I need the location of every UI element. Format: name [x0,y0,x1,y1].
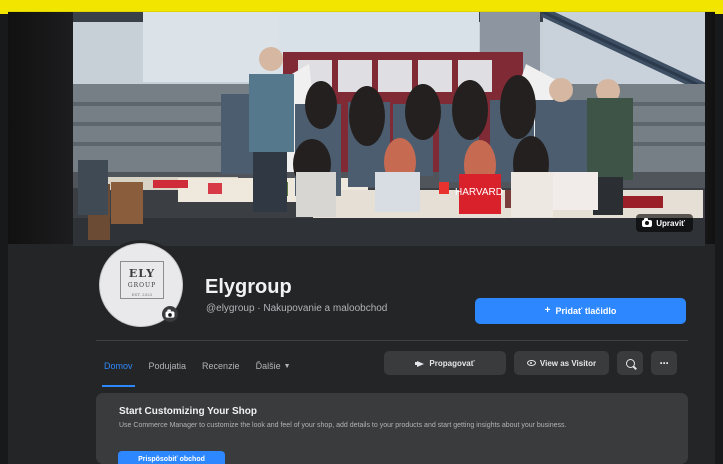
tab-reviews[interactable]: Recenzie [194,352,248,380]
more-icon: ··· [659,356,670,370]
cover-photo[interactable]: HARVARD Upraviť [73,12,705,246]
brand-logo: ELY GROUP EST. 2023 [120,261,164,299]
camera-icon [165,309,175,318]
profile-camera-button[interactable] [162,306,178,322]
page-handle-category: @elygroup · Nakupovanie a maloobchod [206,303,388,314]
profile-picture[interactable]: ELY GROUP EST. 2023 [96,240,186,330]
tab-events-label: Podujatia [148,361,187,371]
tab-home-label: Domov [104,361,133,371]
chevron-down-icon: ▼ [283,362,291,370]
search-button[interactable] [617,351,643,375]
promote-button[interactable]: Propagovať [384,351,506,375]
plus-icon: + [544,305,551,316]
customize-shop-label: Prispôsobiť obchod [138,456,205,463]
search-icon [625,358,635,368]
eye-icon [526,360,536,366]
promote-label: Propagovať [429,358,475,368]
megaphone-icon [415,360,425,367]
shop-card-description: Use Commerce Manager to customize the lo… [119,422,567,429]
logo-line-2: GROUP [127,282,157,289]
page-toolbar: Propagovať View as Visitor ··· [384,351,677,375]
add-button[interactable]: + Pridať tlačidlo [475,298,686,324]
tab-more-label: Ďalšie [255,361,281,371]
cover-group-photo: HARVARD [73,12,705,246]
tab-reviews-label: Recenzie [202,361,240,371]
view-as-visitor-button[interactable]: View as Visitor [514,351,609,375]
logo-line-3: EST. 2023 [131,292,153,297]
edit-cover-button[interactable]: Upraviť [636,214,693,232]
visitor-label: View as Visitor [539,358,597,368]
shop-customization-card: Start Customizing Your Shop Use Commerce… [96,393,688,464]
facebook-page-header: HARVARD Upraviť ELY GROUP EST. 2023 Elyg… [8,12,715,464]
tab-events[interactable]: Podujatia [141,352,195,380]
shop-card-title: Start Customizing Your Shop [119,406,257,417]
tab-more[interactable]: Ďalšie ▼ [248,352,299,380]
page-title: Elygroup [205,276,292,298]
svg-text:HARVARD: HARVARD [455,187,503,198]
logo-line-1: ELY [128,267,156,280]
camera-icon [642,217,653,227]
page-tabs: Domov Podujatia Recenzie Ďalšie ▼ [96,352,299,387]
tab-home[interactable]: Domov [96,352,141,387]
edit-cover-label: Upraviť [656,218,685,228]
header-divider [96,340,688,341]
add-button-label: Pridať tlačidlo [555,306,617,316]
cover-left-shadow [8,12,74,244]
customize-shop-button[interactable]: Prispôsobiť obchod [118,451,225,464]
more-options-button[interactable]: ··· [651,351,677,375]
